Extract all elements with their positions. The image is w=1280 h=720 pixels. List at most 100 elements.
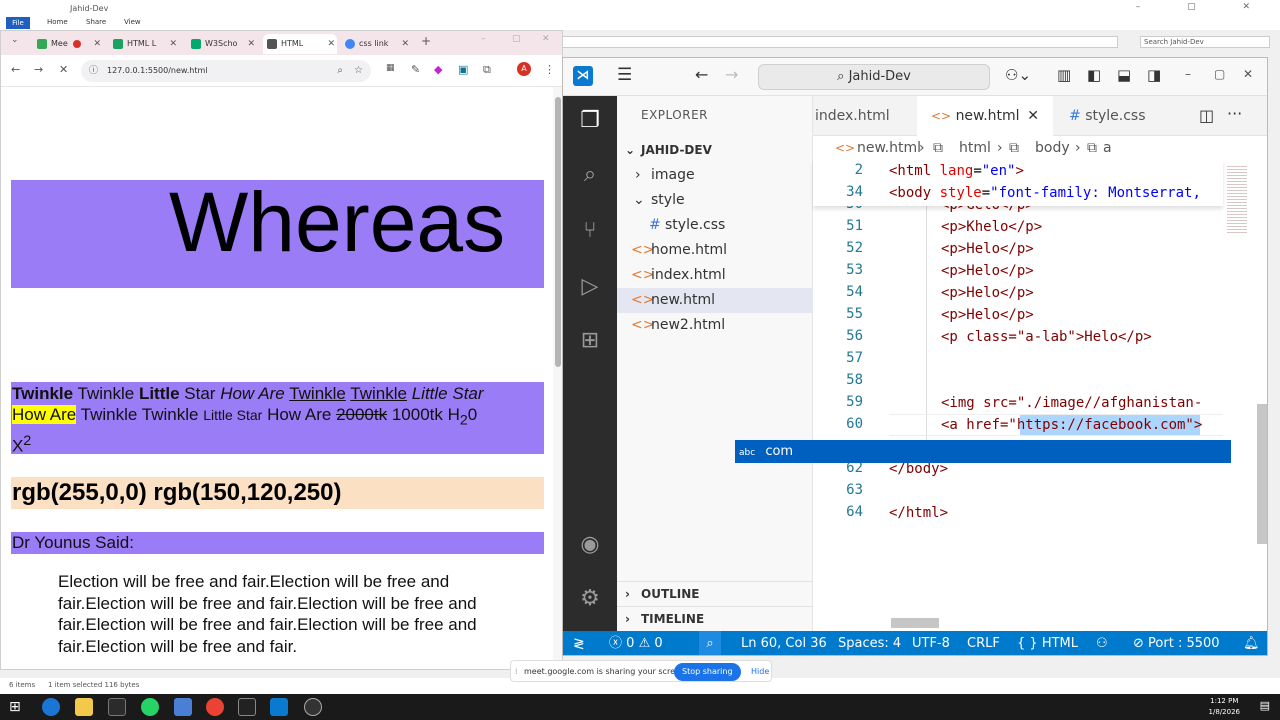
tab-search-icon[interactable]: ⌄ [11,35,19,45]
pen-extension-icon[interactable]: ✎ [411,63,420,76]
hide-button[interactable]: Hide [751,661,769,683]
tree-folder-image[interactable]: › image [617,163,813,188]
nav-forward-icon[interactable]: → [725,65,738,84]
edge-icon[interactable] [42,698,60,716]
tab-new-html[interactable]: <> new.html ✕ [917,96,1053,136]
toggle-secondary-sidebar-icon[interactable]: ◨ [1147,66,1161,84]
outline-section[interactable]: › OUTLINE [617,581,813,606]
system-clock[interactable]: 1:12 PM 1/8/2026 [1209,696,1240,718]
back-icon[interactable]: ← [11,63,20,76]
zoom-icon[interactable]: ⌕ [337,60,343,82]
tree-file-new-html[interactable]: <> new.html [617,288,813,313]
problems-indicator[interactable]: ⓧ 0 ⚠ 0 [609,631,663,655]
breadcrumb-a[interactable]: a [1103,136,1112,160]
toggle-sidebar-icon[interactable]: ◧ [1087,66,1101,84]
scrollbar-thumb[interactable] [1257,404,1267,544]
language-mode[interactable]: { } HTML [1017,631,1078,655]
drag-handle-icon[interactable]: ⁞ [515,661,518,683]
explorer-files-icon[interactable]: ❐ [577,108,603,133]
copilot-icon[interactable]: ⚇⌄ [1005,66,1031,84]
tab-index-html[interactable]: index.html [813,96,913,136]
close-tab-icon[interactable]: ✕ [1027,96,1039,136]
whatsapp-icon[interactable] [141,698,159,716]
maximize-icon[interactable]: ▢ [1214,67,1225,81]
file-explorer-search-input[interactable]: Search Jahid-Dev [1140,36,1270,48]
extension-icon[interactable]: ▦ [386,63,395,73]
zoom-search-icon[interactable]: ⌕ [699,631,721,655]
close-window-icon[interactable]: ✕ [542,34,550,44]
bookmark-star-icon[interactable]: ☆ [354,60,363,82]
close-icon[interactable]: ✕ [93,34,101,54]
close-icon[interactable]: ✕ [327,34,335,54]
ribbon-share-tab[interactable]: Share [86,18,106,26]
terminal-icon[interactable] [238,698,256,716]
address-bar[interactable]: ⓘ 127.0.0.1:5500/new.html ⌕ ☆ [81,60,371,82]
site-info-icon[interactable]: ⓘ [89,60,98,82]
browser-tab-meet[interactable]: Mee ✕ [33,34,103,54]
browser-tab-css-link[interactable]: css link ✕ [341,34,411,54]
hamburger-menu-icon[interactable]: ☰ [617,65,632,85]
calculator-icon[interactable] [174,698,192,716]
store-icon[interactable] [108,698,126,716]
file-explorer-icon[interactable] [75,698,93,716]
vscode-taskbar-icon[interactable] [270,698,288,716]
search-icon[interactable]: ⌕ [577,162,603,187]
new-tab-plus-icon[interactable]: + [421,34,431,48]
horizontal-scrollbar-thumb[interactable] [891,618,939,628]
split-editor-icon[interactable]: ◫ [1199,106,1214,125]
workspace-root[interactable]: ⌄ JAHID-DEV [617,138,813,163]
indentation[interactable]: Spaces: 4 [838,631,901,655]
browser-tab-html-lesson[interactable]: HTML L ✕ [109,34,179,54]
browser-tab-html-active[interactable]: HTML ✕ [263,34,337,54]
breadcrumb-html[interactable]: html [959,136,991,160]
more-actions-icon[interactable]: ··· [1227,104,1242,123]
autocomplete-suggestion[interactable]: abc com [735,440,1231,463]
accounts-icon[interactable]: ◉ [577,532,603,557]
windows-start-icon[interactable]: ⊞ [9,698,27,716]
extensions-icon[interactable]: ⊞ [577,328,603,353]
code-area[interactable]: 50 <p>Gelo</p> 51 <p>Khelo</p> 52 <p>Hel… [813,200,1223,530]
breadcrumb-body[interactable]: body [1035,136,1070,160]
settings-gear-icon[interactable]: ⚙ [577,586,603,611]
tree-file-home-html[interactable]: <> home.html [617,238,813,263]
github-icon[interactable] [304,698,322,716]
encoding[interactable]: UTF-8 [912,631,950,655]
close-icon[interactable]: ✕ [169,34,177,54]
tree-file-style-css[interactable]: # style.css [617,213,813,238]
timeline-section[interactable]: › TIMELINE [617,606,813,631]
forward-icon[interactable]: → [34,63,43,76]
maximize-icon[interactable]: ▢ [512,34,521,44]
copilot-status-icon[interactable]: ⚇ [1096,631,1108,655]
file-explorer-address-bar[interactable] [562,36,1118,48]
stop-sharing-button[interactable]: Stop sharing [674,663,741,681]
notification-center-icon[interactable]: ▤ [1260,699,1270,712]
minimap[interactable] [1223,160,1255,250]
stop-loading-icon[interactable]: ✕ [59,63,68,76]
file-explorer-window-controls[interactable]: – ▢ ✕ [1136,2,1272,12]
source-control-icon[interactable]: ⑂ [577,218,603,243]
close-icon[interactable]: ✕ [401,34,409,54]
scrollbar-thumb[interactable] [555,97,561,367]
chrome-icon[interactable] [206,698,224,716]
tree-folder-style[interactable]: ⌄ style [617,188,813,213]
ribbon-file-tab[interactable]: File [6,17,30,29]
close-icon[interactable]: ✕ [247,34,255,54]
extension-2-icon[interactable]: ◆ [434,63,442,76]
minimize-icon[interactable]: – [1185,67,1191,81]
cursor-position[interactable]: Ln 60, Col 36 [741,631,827,655]
editor-scrollbar[interactable] [1255,160,1267,631]
sticky-line[interactable]: <html lang="en"> [889,160,1024,182]
notifications-bell-icon[interactable]: 🔔︎ [1243,631,1260,655]
customize-layout-icon[interactable]: ▥ [1057,66,1071,84]
browser-tab-w3schools[interactable]: W3Scho ✕ [187,34,257,54]
toggle-panel-icon[interactable]: ⬓ [1117,66,1131,84]
remote-indicator-icon[interactable]: ≷ [573,631,585,655]
end-of-line[interactable]: CRLF [967,631,1000,655]
profile-avatar[interactable]: A [517,62,531,76]
close-window-icon[interactable]: ✕ [1243,67,1253,81]
sticky-line[interactable]: <body style="font-family: Montserrat, [889,182,1201,204]
live-server-status[interactable]: ⊘ Port : 5500 [1133,631,1220,655]
puzzle-extensions-icon[interactable]: ⧉ [483,63,491,77]
nav-back-icon[interactable]: ← [695,65,708,84]
tab-style-css[interactable]: # style.css [1057,96,1187,136]
